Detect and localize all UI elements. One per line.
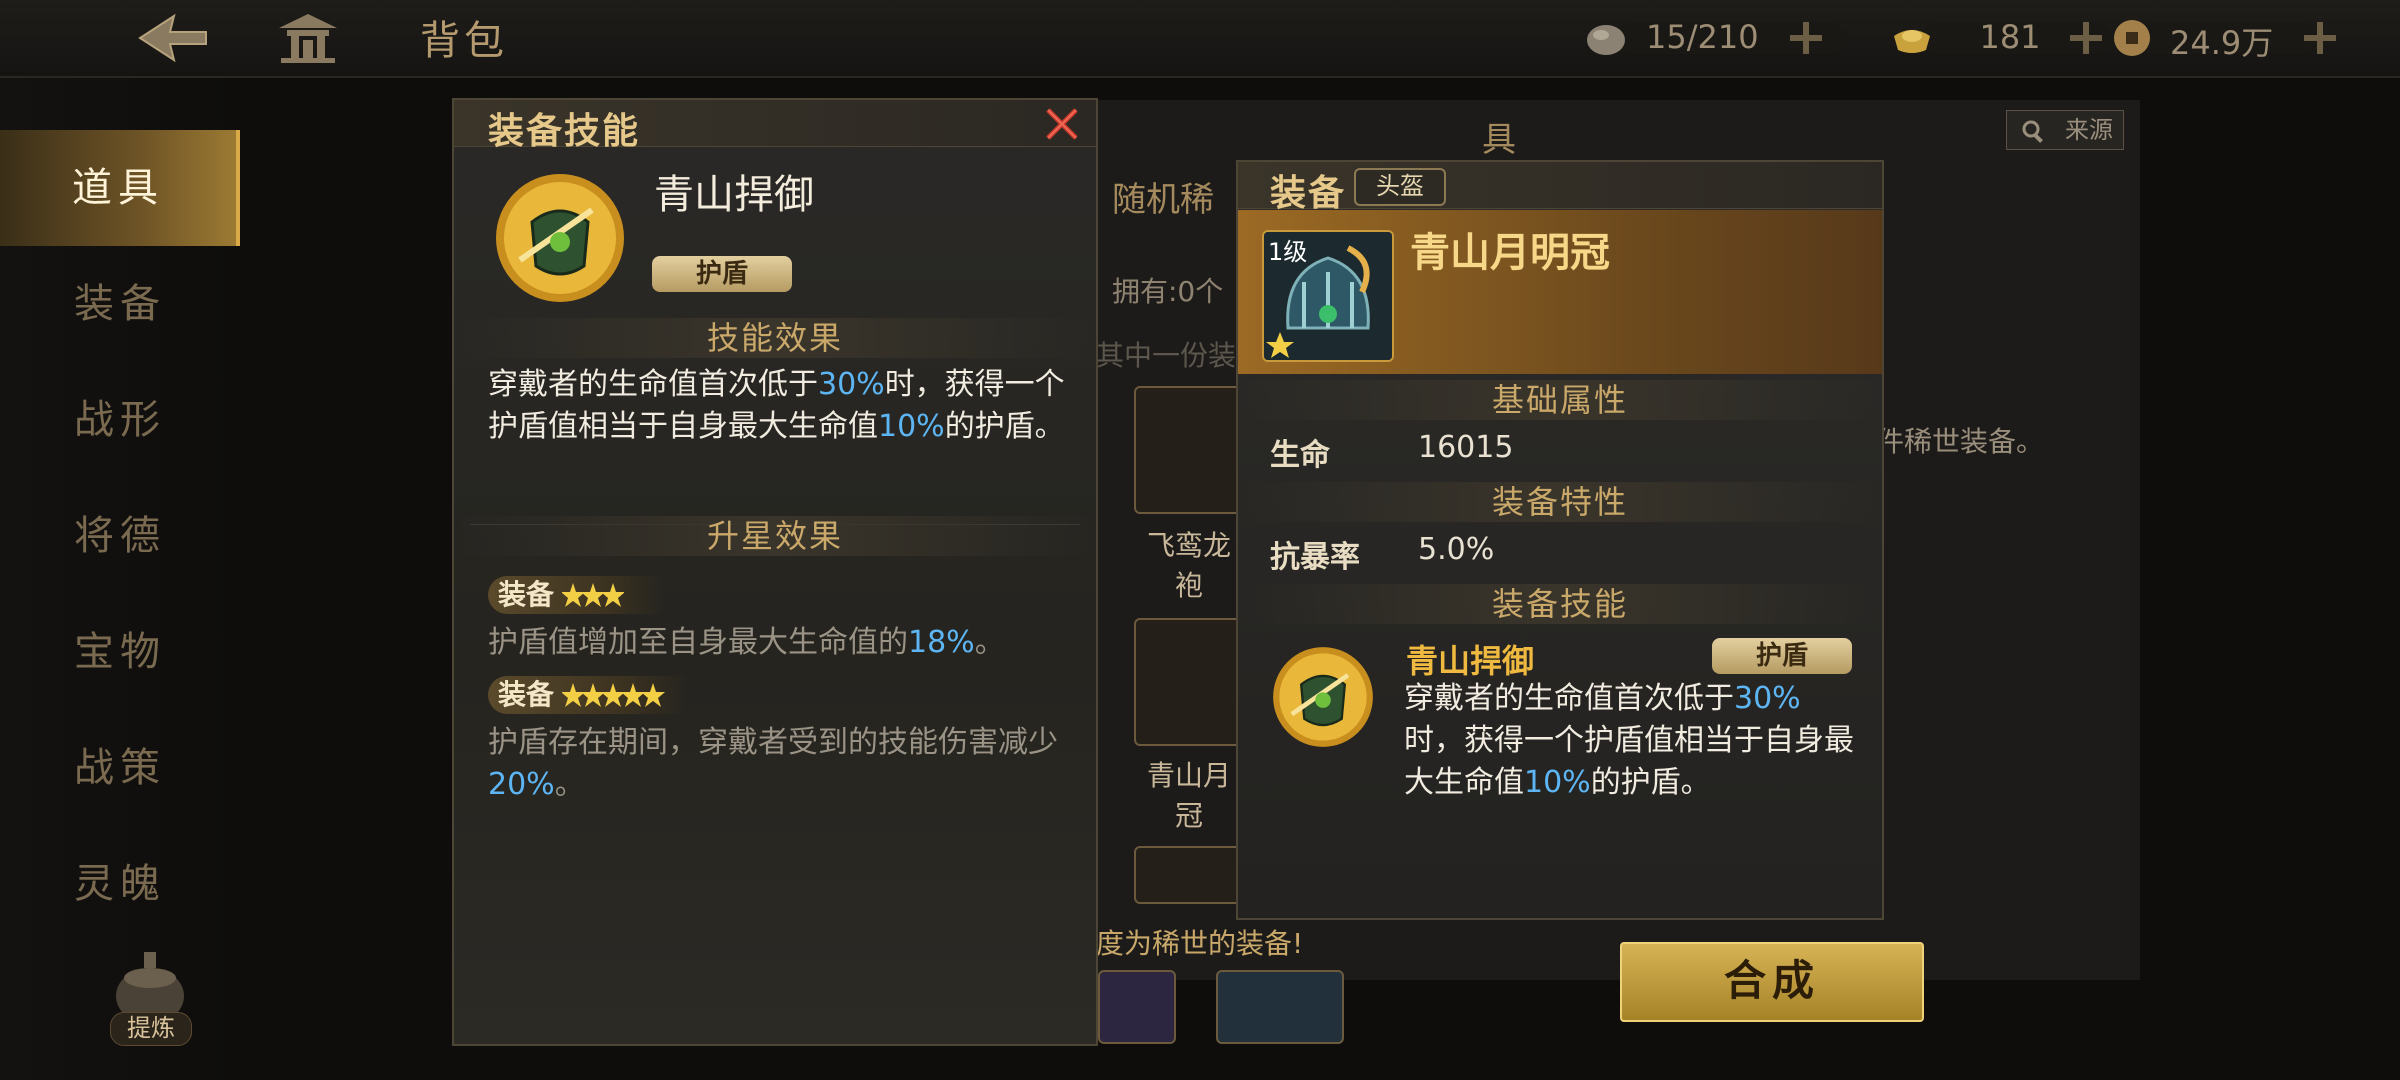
coin-resource: 24.9万 — [2110, 14, 2340, 62]
star-tier-badge: 装备 — [488, 576, 664, 614]
item-slot[interactable] — [1134, 386, 1246, 514]
page-title: 背包 — [420, 18, 508, 64]
base-attr-title: 基础属性 — [1238, 380, 1882, 420]
helmet-icon: 1级 — [1262, 230, 1394, 362]
equip-panel-title: 装备 — [1270, 173, 1347, 214]
equip-skill-title: 装备技能 — [1238, 584, 1882, 624]
owned-count: 拥有:0个 — [1112, 275, 1224, 308]
random-rare-title: 随机稀 — [1112, 180, 1214, 220]
skill-name: 青山捍御 — [654, 172, 814, 218]
source-label: 来源 — [2065, 116, 2113, 144]
plus-icon[interactable] — [1788, 20, 1824, 56]
bg-panel-header: 具 — [1482, 120, 1516, 160]
equip-name: 青山月明冠 — [1410, 230, 1610, 276]
source-button[interactable]: 来源 — [2006, 110, 2124, 150]
search-icon — [2022, 120, 2043, 143]
ingot-icon — [1894, 30, 1930, 53]
equip-level: 1级 — [1268, 238, 1308, 266]
stone-icon — [1587, 25, 1625, 55]
star-tier-badge: 装备 — [488, 676, 688, 714]
item-name: 青山月 冠 — [1146, 759, 1231, 832]
refine-label[interactable]: 提炼 — [110, 1012, 192, 1046]
stat-value: 5.0% — [1418, 532, 1495, 567]
stat-row: 生命 16015 — [1238, 424, 1882, 474]
plus-icon[interactable] — [2302, 20, 2338, 56]
sidebar-item-props[interactable]: 道具 — [0, 130, 240, 246]
sidebar-item-virtue[interactable]: 将德 — [0, 478, 240, 594]
stat-label: 抗暴率 — [1270, 540, 1360, 575]
trait-title: 装备特性 — [1238, 482, 1882, 522]
craft-button[interactable]: 合成 — [1620, 942, 1924, 1022]
back-arrow-icon[interactable] — [130, 10, 210, 66]
star-section-title: 升星效果 — [454, 516, 1096, 556]
stone-resource: 15/210 — [1584, 14, 1860, 62]
star5-effect: 护盾存在期间，穿戴者受到的技能伤害减少20%。 — [488, 725, 1058, 802]
coin-icon — [2114, 20, 2150, 56]
stat-row: 抗暴率 5.0% — [1238, 526, 1882, 576]
equip-type-badge: 头盔 — [1354, 168, 1446, 206]
item-slot[interactable] — [1098, 970, 1176, 1044]
stat-label: 生命 — [1270, 438, 1330, 473]
shield-skill-icon — [496, 174, 624, 302]
pick-hint: 其中一份装 — [1096, 339, 1237, 372]
star-rating-5-icon — [562, 683, 665, 707]
item-slot[interactable] — [1134, 846, 1246, 904]
sidebar-item-equipment[interactable]: 装备 — [0, 246, 240, 362]
skill-panel-header: 装备技能 — [454, 100, 1096, 152]
upgrade-hint: 度为稀世的装备! — [1096, 927, 1304, 960]
sidebar-item-soul[interactable]: 灵魄 — [0, 826, 240, 942]
sidebar-item-formation[interactable]: 战形 — [0, 362, 240, 478]
equip-banner: 1级 青山月明冠 — [1238, 210, 1882, 374]
plus-icon[interactable] — [2068, 20, 2104, 56]
item-slot[interactable] — [1134, 618, 1246, 746]
stat-value: 16015 — [1418, 430, 1514, 465]
star3-effect: 护盾值增加至自身最大生命值的18%。 — [488, 625, 1005, 660]
top-bar: 背包 15/210 181 24.9万 — [0, 0, 2400, 78]
sidebar-item-treasure[interactable]: 宝物 — [0, 594, 240, 710]
ingot-count: 181 — [1979, 18, 2041, 56]
rare-text: 件稀世装备。 — [1876, 425, 2045, 458]
sidebar-item-strategy[interactable]: 战策 — [0, 710, 240, 826]
equip-skill-tag-badge: 护盾 — [1712, 638, 1852, 674]
ingot-resource: 181 — [1890, 14, 2130, 62]
equip-skill-name: 青山捍御 — [1406, 642, 1535, 680]
skill-panel-title: 装备技能 — [488, 111, 641, 152]
equip-skill-description: 穿戴者的生命值首次低于30%时，获得一个护盾值相当于自身最大生命值10%的护盾。 — [1404, 681, 1854, 800]
item-slot[interactable] — [1216, 970, 1344, 1044]
skill-tag-badge: 护盾 — [652, 256, 792, 292]
stone-count: 15/210 — [1646, 18, 1759, 56]
sidebar: 道具 装备 战形 将德 宝物 战策 灵魄 — [0, 78, 240, 1080]
coin-count: 24.9万 — [2170, 24, 2274, 62]
equipment-detail-panel: 装备 头盔 1级 青山月明冠 基础属性 生命 16015 装备特性 抗暴率 5.… — [1236, 160, 1884, 920]
item-name: 飞鸾龙 袍 — [1146, 529, 1231, 602]
home-pavilion-icon[interactable] — [275, 12, 341, 64]
star-rating-3-icon — [562, 583, 624, 607]
close-icon[interactable] — [1042, 104, 1082, 144]
skill-detail-panel: 装备技能 青山捍御 护盾 技能效果 穿戴者的生命值首次低于30%时，获得一个护盾… — [452, 98, 1098, 1046]
effect-description: 穿戴者的生命值首次低于30%时，获得一个护盾值相当于自身最大生命值10%的护盾。 — [488, 367, 1065, 444]
effect-section-title: 技能效果 — [454, 318, 1096, 358]
shield-skill-icon — [1273, 647, 1373, 747]
equip-panel-header: 装备 头盔 — [1238, 162, 1882, 214]
